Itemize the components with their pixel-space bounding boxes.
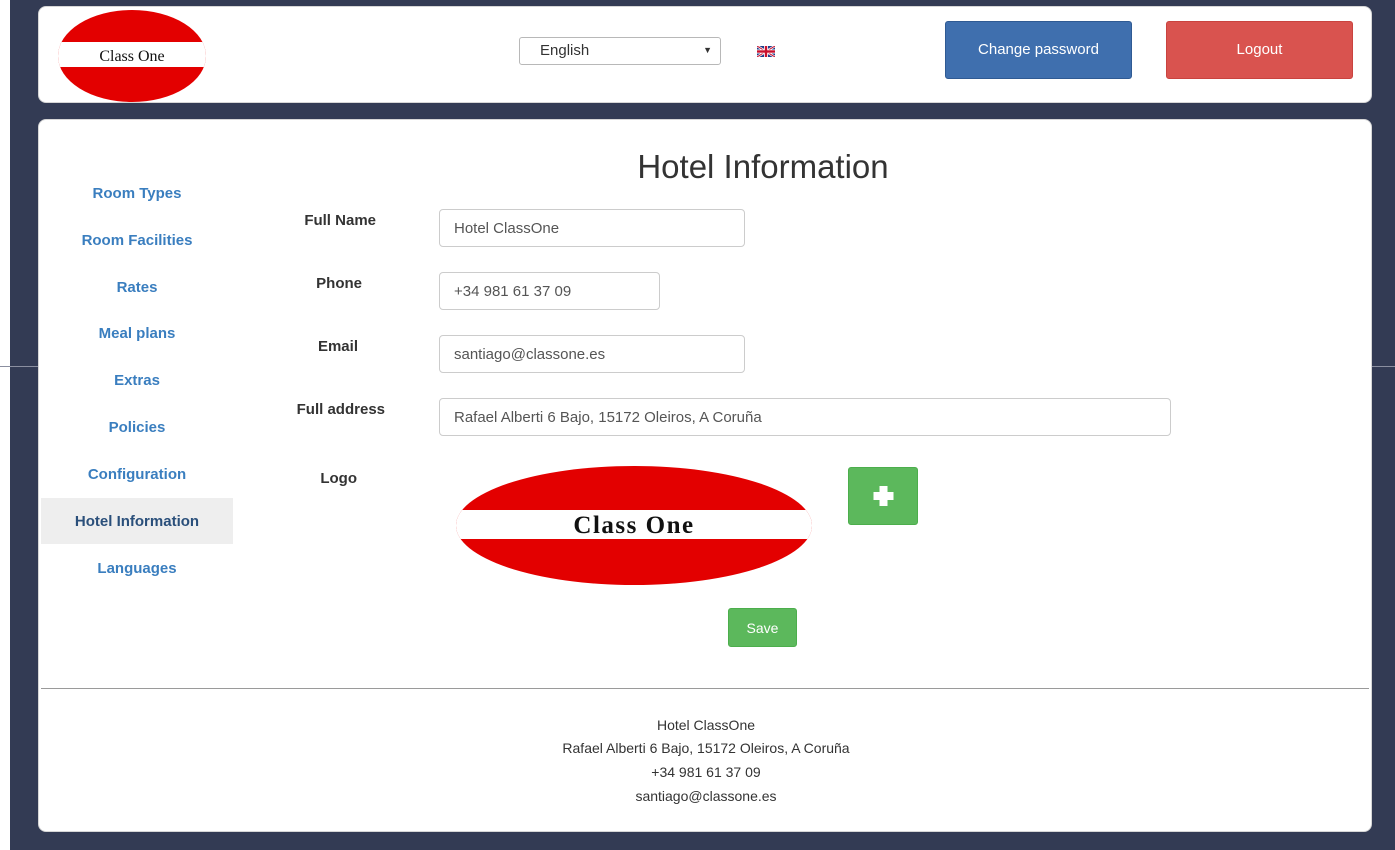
page-title: Hotel Information — [637, 148, 889, 185]
plus-icon — [873, 486, 894, 506]
footer-hotel-name: Hotel ClassOne — [656, 717, 756, 733]
sidebar-item-rates[interactable]: Rates — [41, 264, 233, 310]
logo-preview-text: Class One — [573, 512, 694, 539]
full-address-input[interactable] — [439, 398, 1171, 436]
sidebar-item-meal-plans[interactable]: Meal plans — [41, 310, 233, 356]
change-password-button[interactable]: Change password — [945, 21, 1132, 79]
logo-preview: Class One — [456, 466, 812, 585]
phone-label: Phone — [316, 275, 362, 292]
hotel-logo[interactable]: Class One — [58, 10, 206, 102]
background-divider-right — [1372, 366, 1395, 367]
save-button[interactable]: Save — [728, 608, 797, 647]
sidebar-item-room-types[interactable]: Room Types — [41, 170, 233, 216]
uk-flag-icon[interactable] — [757, 46, 775, 57]
phone-input[interactable] — [439, 272, 660, 310]
sidebar-item-extras[interactable]: Extras — [41, 357, 233, 403]
sidebar-item-room-facilities[interactable]: Room Facilities — [41, 217, 233, 263]
footer-phone: +34 981 61 37 09 — [651, 764, 761, 780]
footer-email: santiago@classone.es — [635, 788, 777, 804]
full-address-label: Full address — [296, 401, 385, 418]
logo-label: Logo — [320, 470, 357, 487]
sidebar-item-configuration[interactable]: Configuration — [41, 451, 233, 497]
full-name-label: Full Name — [304, 212, 376, 229]
footer-divider — [41, 688, 1369, 689]
logo-text: Class One — [99, 48, 164, 65]
language-select[interactable]: English ▼ — [519, 37, 721, 65]
footer-address: Rafael Alberti 6 Bajo, 15172 Oleiros, A … — [562, 740, 850, 756]
add-logo-button[interactable] — [848, 467, 918, 525]
logout-button[interactable]: Logout — [1166, 21, 1353, 79]
full-name-input[interactable] — [439, 209, 745, 247]
page-left-edge — [0, 0, 10, 850]
dropdown-arrow-icon: ▼ — [703, 45, 712, 55]
sidebar-item-languages[interactable]: Languages — [41, 545, 233, 591]
sidebar-item-hotel-information[interactable]: Hotel Information — [41, 498, 233, 544]
sidebar-item-policies[interactable]: Policies — [41, 404, 233, 450]
language-selected: English — [540, 42, 590, 59]
background-divider-left — [0, 366, 38, 367]
email-input[interactable] — [439, 335, 745, 373]
email-label: Email — [317, 338, 358, 355]
